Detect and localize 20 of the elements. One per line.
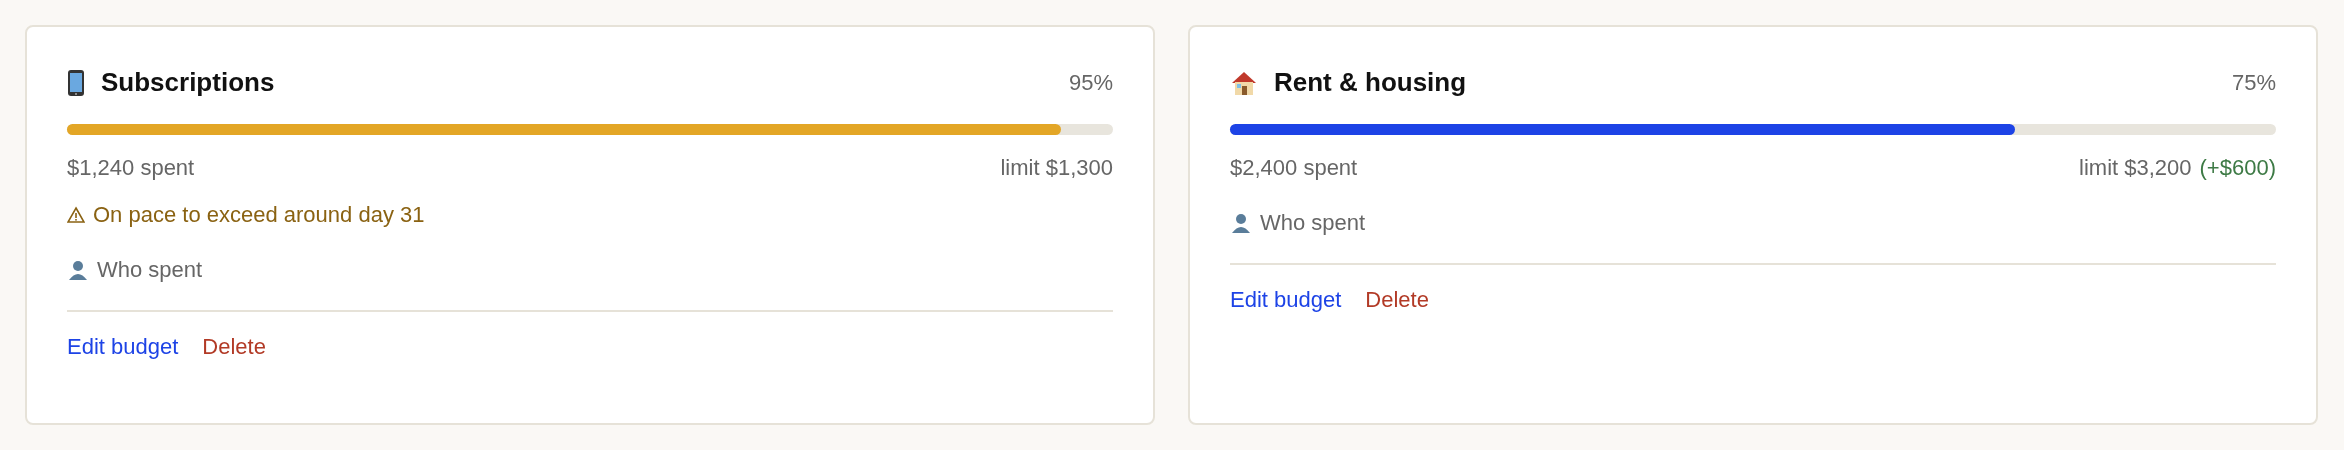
limit-increase: (+$600)	[2199, 154, 2276, 182]
who-spent-link[interactable]: Who spent	[1260, 206, 1366, 239]
person-icon	[1230, 211, 1252, 234]
spent-amount: $2,400 spent	[1230, 154, 1358, 182]
limit-amount: limit $1,300	[1000, 154, 1113, 182]
delete-link[interactable]: Delete	[1365, 283, 1429, 316]
warning-icon	[67, 205, 85, 224]
limit-amount: limit $3,200	[2079, 154, 2192, 182]
pace-warning: On pace to exceed around day 31	[93, 201, 425, 229]
percent-label: 75%	[2231, 69, 2276, 97]
edit-budget-link[interactable]: Edit budget	[67, 330, 179, 363]
edit-budget-link[interactable]: Edit budget	[1230, 283, 1342, 316]
delete-link[interactable]: Delete	[202, 330, 266, 363]
phone-icon	[67, 68, 85, 97]
spent-amount: $1,240 spent	[67, 154, 195, 182]
who-spent-link[interactable]: Who spent	[97, 253, 203, 286]
person-icon	[67, 258, 89, 281]
percent-label: 95%	[1068, 69, 1113, 97]
budget-title: Subscriptions	[101, 66, 275, 99]
budget-title: Rent & housing	[1274, 66, 1467, 99]
